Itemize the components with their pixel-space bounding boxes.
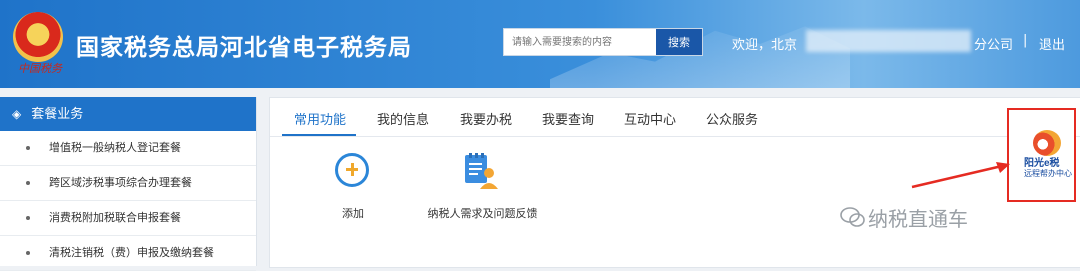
add-function-label[interactable]: 添加 xyxy=(330,205,376,221)
branch-text: 分公司 xyxy=(974,37,1014,52)
watermark-text: 纳税直通车 xyxy=(868,209,968,231)
header-separator: | xyxy=(1023,33,1028,48)
feedback-icon[interactable] xyxy=(462,153,500,189)
bullet-icon xyxy=(26,216,30,220)
tab-query[interactable]: 我要查询 xyxy=(542,109,594,128)
tab-interaction-center[interactable]: 互动中心 xyxy=(624,109,676,128)
promo-name: 阳光e税 xyxy=(1024,158,1060,169)
bullet-icon xyxy=(26,146,30,150)
bullet-icon xyxy=(26,251,30,255)
tax-emblem-icon xyxy=(13,12,63,62)
logout-link[interactable]: 退出 xyxy=(1039,34,1065,53)
welcome-text: 欢迎，北京 xyxy=(732,37,798,52)
sidebar-item-label: 跨区域涉税事项综合办理套餐 xyxy=(49,177,192,189)
wechat-icon xyxy=(840,207,865,227)
sidebar-heading-label: 套餐业务 xyxy=(31,106,84,121)
tab-my-info[interactable]: 我的信息 xyxy=(377,109,429,128)
sidebar-item-consumption-tax[interactable]: 消费税附加税联合申报套餐 xyxy=(0,201,256,236)
layers-icon: ◈ xyxy=(12,107,22,121)
search-box: 搜索 xyxy=(503,28,703,56)
feedback-function-label[interactable]: 纳税人需求及问题反馈 xyxy=(420,205,545,221)
tab-common-functions[interactable]: 常用功能 xyxy=(294,109,346,128)
tab-bar: 常用功能 我的信息 我要办税 我要查询 互动中心 公众服务 xyxy=(270,98,1080,137)
sidebar-item-label: 增值税一般纳税人登记套餐 xyxy=(49,142,181,154)
site-title: 国家税务总局河北省电子税务局 xyxy=(76,34,412,60)
add-icon[interactable] xyxy=(335,153,369,187)
sidebar: ◈ 套餐业务 增值税一般纳税人登记套餐 跨区域涉税事项综合办理套餐 消费税附加税联… xyxy=(0,97,257,271)
red-arrow-icon xyxy=(911,162,1010,189)
sidebar-item-label: 清税注销税（费）申报及缴纳套餐 xyxy=(49,247,214,259)
sidebar-item-vat-registration[interactable]: 增值税一般纳税人登记套餐 xyxy=(0,131,256,166)
tab-tax-handling[interactable]: 我要办税 xyxy=(460,109,512,128)
search-button[interactable]: 搜索 xyxy=(656,29,702,55)
emblem-caption: 中国税务 xyxy=(18,62,62,75)
promo-subtitle: 远程帮办中心 xyxy=(1024,169,1072,178)
active-tab-indicator xyxy=(282,134,356,136)
sidebar-item-cross-region[interactable]: 跨区域涉税事项综合办理套餐 xyxy=(0,166,256,201)
search-input[interactable] xyxy=(504,29,652,55)
sunshine-etax-logo-icon xyxy=(1033,130,1061,156)
sidebar-item-label: 消费税附加税联合申报套餐 xyxy=(49,212,181,224)
tab-public-service[interactable]: 公众服务 xyxy=(706,109,758,128)
bullet-icon xyxy=(26,181,30,185)
sidebar-heading[interactable]: ◈ 套餐业务 xyxy=(0,97,256,131)
redacted-company-name xyxy=(806,30,971,52)
